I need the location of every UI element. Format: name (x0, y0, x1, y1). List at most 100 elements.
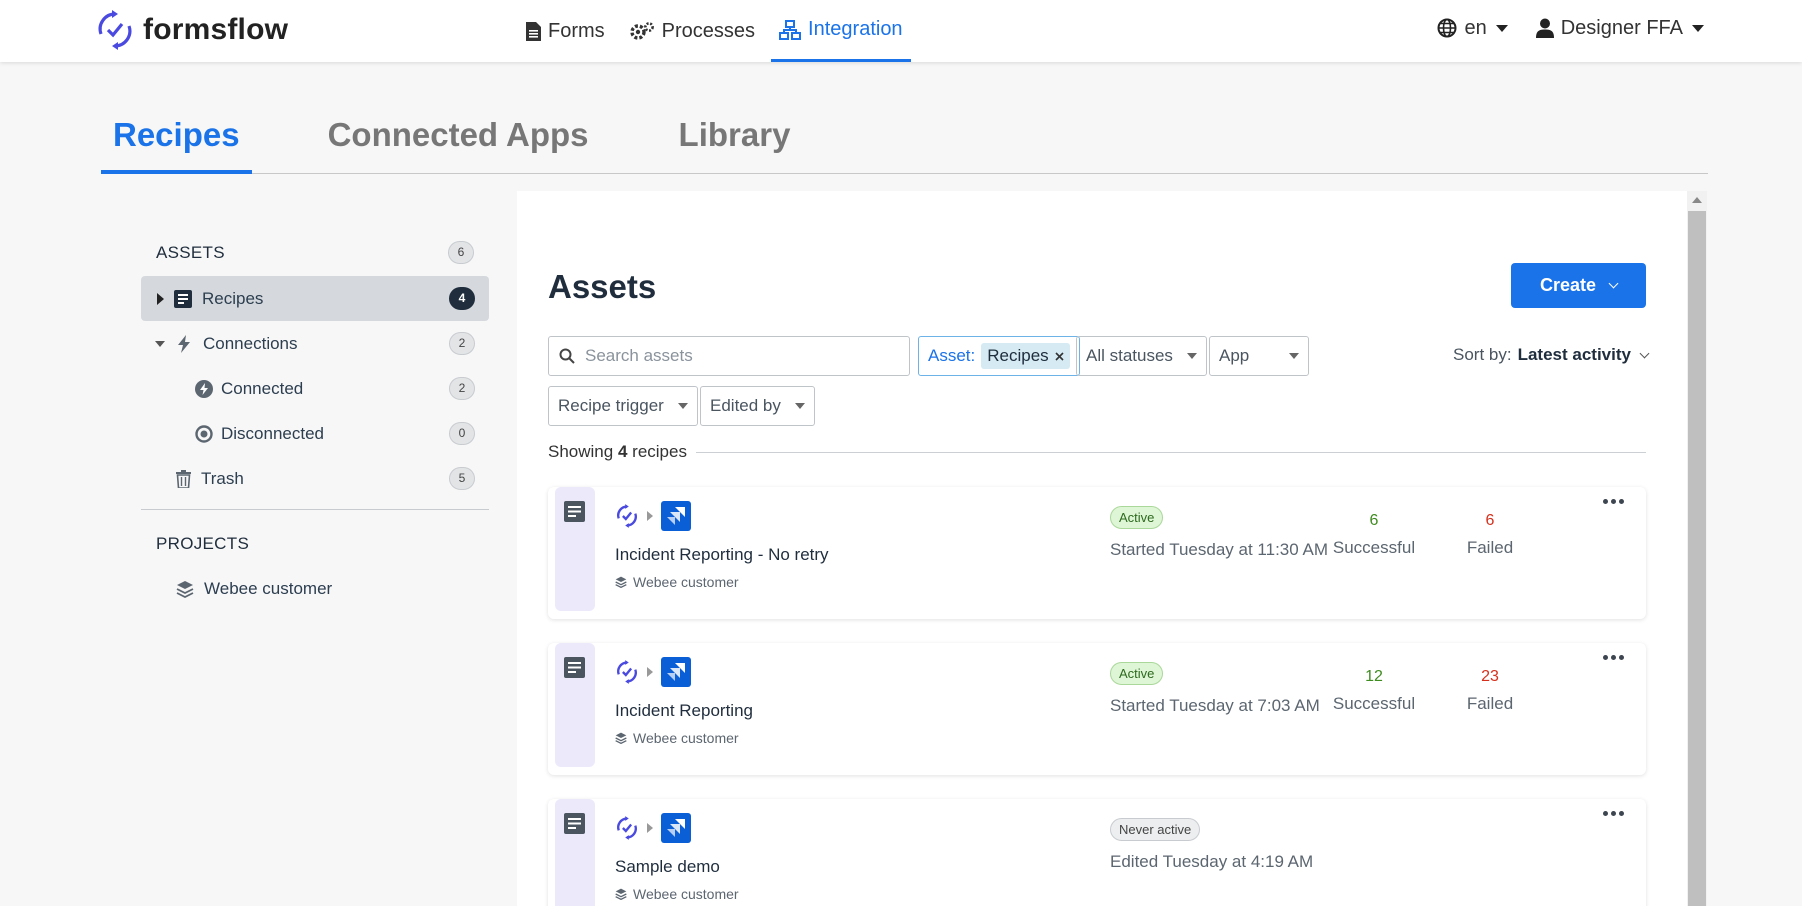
more-options-icon[interactable] (1603, 499, 1624, 504)
layers-icon (615, 888, 627, 900)
bolt-icon (178, 334, 190, 353)
recipe-name[interactable]: Sample demo (615, 857, 720, 877)
nav-processes-label: Processes (661, 19, 756, 42)
status-badge: Active (1110, 506, 1164, 529)
recipe-icon (564, 501, 585, 522)
recipe-time: Started Tuesday at 11:30 AM (1110, 540, 1328, 559)
recipe-flow (615, 813, 691, 843)
recipe-name[interactable]: Incident Reporting - No retry (615, 545, 829, 565)
sidebar: ASSETS 6 Recipes 4 Connections 2 Connect… (101, 191, 517, 906)
sidebar-project-webee-customer[interactable]: Webee customer (141, 566, 489, 611)
nav-processes[interactable]: Processes (621, 0, 763, 62)
tab-recipes[interactable]: Recipes (101, 112, 252, 174)
edited-by-filter-label: Edited by (710, 396, 781, 415)
failed-count: 6 (1485, 512, 1495, 529)
layers-icon (615, 732, 627, 744)
showing-number: 4 (617, 442, 628, 461)
page-title: Assets (548, 268, 657, 305)
recipe-trigger-filter-label: Recipe trigger (558, 396, 664, 415)
scrollbar-thumb[interactable] (1688, 211, 1706, 906)
sidebar-item-trash[interactable]: Trash 5 (141, 456, 489, 501)
showing-divider (696, 452, 1646, 453)
status-filter-label: All statuses (1086, 346, 1173, 365)
recipe-type-strip (555, 643, 595, 767)
create-button-label: Create (1539, 275, 1597, 295)
projects-section-title: PROJECTS (156, 534, 250, 553)
jira-app-icon (661, 657, 691, 687)
nav-right: en Designer FFA (1437, 0, 1704, 56)
formsflow-trigger-icon (617, 660, 637, 684)
search-input[interactable] (585, 346, 885, 366)
nav-forms[interactable]: Forms (518, 0, 613, 62)
app-filter[interactable]: App (1209, 336, 1309, 376)
create-button[interactable]: Create (1511, 263, 1646, 308)
tab-connected-apps[interactable]: Connected Apps (316, 112, 601, 174)
recipe-icon (564, 657, 585, 678)
status-badge: Never active (1110, 818, 1201, 841)
layers-icon (615, 576, 627, 588)
vertical-scrollbar[interactable] (1687, 191, 1707, 906)
recipe-time: Edited Tuesday at 4:19 AM (1110, 852, 1314, 871)
document-icon (526, 21, 541, 41)
disconnected-icon (195, 424, 213, 443)
recipe-project-label: Webee customer (633, 730, 739, 746)
user-icon (1535, 18, 1554, 38)
caret-right-icon[interactable] (157, 292, 164, 305)
sidebar-item-label: Trash (201, 468, 244, 488)
showing-suffix: recipes (632, 442, 687, 461)
recipe-name[interactable]: Incident Reporting (615, 701, 753, 721)
recipe-card[interactable]: Incident Reporting Webee customer Active… (548, 643, 1646, 775)
nav-integration[interactable]: Integration (771, 0, 911, 62)
connections-count-badge: 2 (449, 332, 475, 355)
chevron-down-icon[interactable] (155, 340, 165, 347)
more-options-icon[interactable] (1603, 655, 1624, 660)
user-dropdown[interactable]: Designer FFA (1535, 17, 1704, 40)
recipe-card[interactable]: Incident Reporting - No retry Webee cust… (548, 487, 1646, 619)
sidebar-item-recipes[interactable]: Recipes 4 (141, 276, 489, 321)
gears-icon (629, 22, 654, 40)
nav-integration-label: Integration (808, 18, 903, 40)
recipe-trigger-filter[interactable]: Recipe trigger (548, 386, 698, 426)
chevron-down-icon (1289, 353, 1299, 359)
chevron-down-icon (1495, 24, 1508, 32)
sidebar-item-connections[interactable]: Connections 2 (141, 321, 489, 366)
recipe-flow (615, 501, 691, 531)
chevron-down-icon (1692, 24, 1704, 32)
sort-control[interactable]: Sort by: Latest activity (1453, 345, 1650, 365)
sidebar-item-label: Webee customer (204, 578, 333, 598)
connected-count-badge: 2 (449, 377, 475, 400)
status-filter[interactable]: All statuses (1076, 336, 1207, 376)
recipe-icon (564, 813, 585, 834)
brand-logo[interactable]: formsflow (95, 6, 288, 54)
failed-stat: 23 Failed (1445, 668, 1535, 714)
assets-count-badge: 6 (448, 241, 474, 264)
search-icon (559, 348, 575, 364)
language-dropdown[interactable]: en (1437, 17, 1508, 40)
successful-stat: 12 Successful (1329, 668, 1419, 714)
recipe-project-label: Webee customer (633, 886, 739, 902)
arrow-right-icon (647, 667, 653, 677)
asset-filter[interactable]: Asset: Recipes (918, 336, 1080, 376)
recipe-card[interactable]: Sample demo Webee customer Never active … (548, 799, 1646, 906)
failed-label: Failed (1466, 538, 1514, 557)
edited-by-filter[interactable]: Edited by (700, 386, 815, 426)
asset-filter-label: Asset: (928, 346, 976, 365)
close-icon[interactable] (1055, 351, 1064, 361)
scroll-up-arrow-icon[interactable] (1692, 197, 1702, 203)
connected-bolt-icon (195, 379, 213, 398)
tab-library[interactable]: Library (667, 112, 803, 174)
sidebar-item-disconnected[interactable]: Disconnected 0 (141, 411, 489, 456)
nav-forms-label: Forms (548, 19, 605, 42)
sidebar-item-connected[interactable]: Connected 2 (141, 366, 489, 411)
successful-count: 6 (1369, 512, 1379, 529)
recipe-project: Webee customer (615, 730, 739, 746)
successful-stat: 6 Successful (1329, 512, 1419, 558)
showing-count: Showing 4 recipes (548, 442, 687, 462)
failed-stat: 6 Failed (1445, 512, 1535, 558)
showing-prefix: Showing (548, 442, 614, 461)
more-options-icon[interactable] (1603, 811, 1624, 816)
successful-count: 12 (1365, 668, 1383, 685)
trash-count-badge: 5 (449, 467, 475, 490)
globe-icon (1437, 18, 1457, 38)
chevron-down-icon (677, 403, 688, 409)
